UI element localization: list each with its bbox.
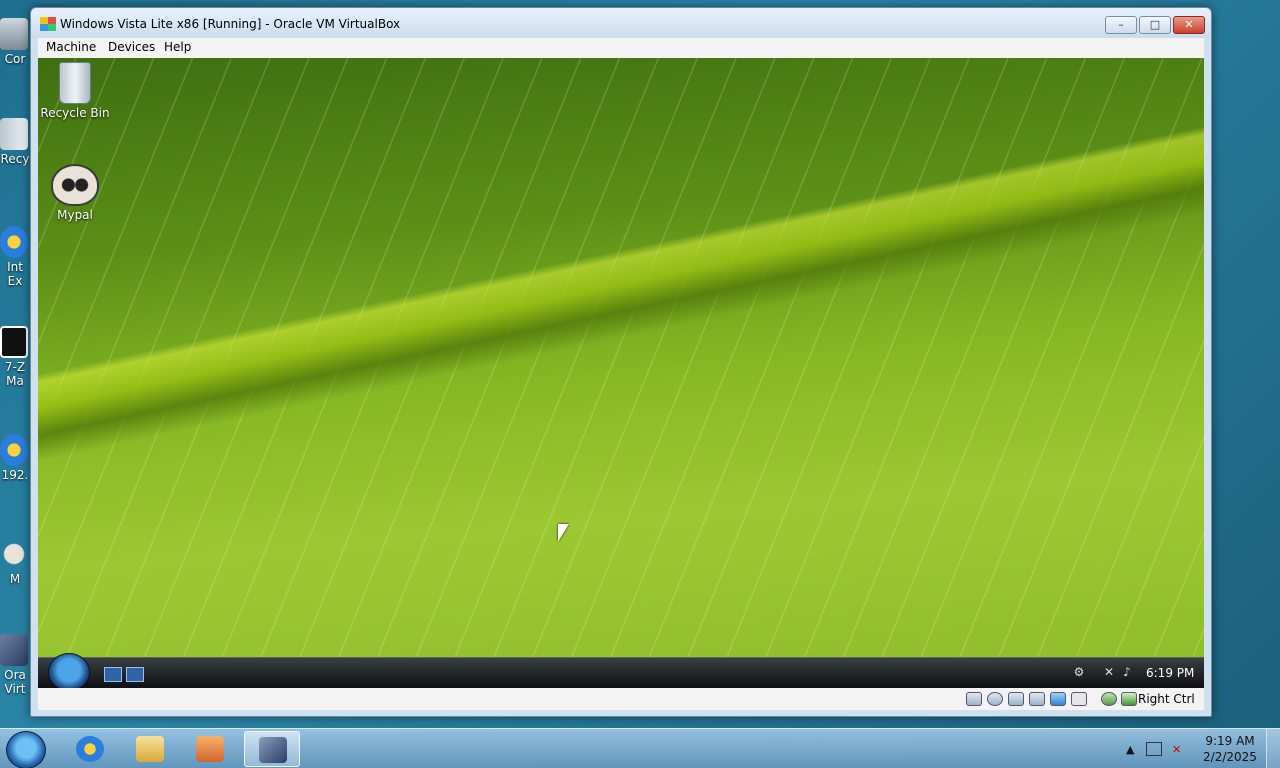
- internet-explorer-icon: [76, 736, 104, 762]
- network-tray-icon[interactable]: ⚙: [1072, 665, 1086, 679]
- internet-explorer-icon: [0, 226, 28, 258]
- show-desktop-icon[interactable]: [104, 667, 122, 682]
- guest-clock[interactable]: 6:19 PM: [1146, 666, 1194, 680]
- menu-devices[interactable]: Devices: [108, 40, 155, 54]
- guest-desktop-icon-mypal[interactable]: Mypal: [38, 160, 115, 222]
- hard-disk-icon[interactable]: [966, 692, 982, 706]
- network-disconnected-icon[interactable]: ✕: [1102, 665, 1116, 679]
- menu-bar: Machine Devices Help: [38, 38, 1204, 58]
- maximize-button[interactable]: □: [1139, 16, 1171, 34]
- minimize-icon: –: [1118, 18, 1124, 31]
- computer-icon: [0, 18, 28, 50]
- guest-icon-label: Recycle Bin: [40, 106, 110, 120]
- optical-drive-icon[interactable]: [987, 692, 1003, 706]
- switch-windows-icon[interactable]: [126, 667, 144, 682]
- guest-icon-label: Mypal: [57, 208, 93, 222]
- virtualbox-window: Windows Vista Lite x86 [Running] - Oracl…: [30, 7, 1212, 717]
- media-player-icon: [196, 736, 224, 762]
- host-icon-label: 192.: [1, 468, 29, 482]
- host-taskbar: ▲ ✕ 9:19 AM 2/2/2025: [0, 728, 1280, 768]
- recycle-bin-icon: [59, 62, 91, 104]
- network-icon[interactable]: [1146, 742, 1162, 756]
- display-icon[interactable]: [1071, 692, 1087, 706]
- host-icon-label: Recy: [0, 152, 30, 166]
- guest-taskbar: ⚙ ✕ ♪ 6:19 PM: [38, 653, 1204, 688]
- host-desktop-icon-ie-link[interactable]: 192.: [0, 434, 30, 482]
- menu-machine[interactable]: Machine: [46, 40, 96, 54]
- taskbar-pin-internet-explorer[interactable]: [62, 731, 118, 767]
- host-icon-label: Int Ex: [7, 260, 23, 288]
- audio-icon[interactable]: [1008, 692, 1024, 706]
- virtualbox-icon: [259, 737, 287, 763]
- taskbar-pin-file-explorer[interactable]: [122, 731, 178, 767]
- close-icon: ✕: [1184, 18, 1194, 31]
- mouse-integration-icon[interactable]: [1121, 692, 1137, 706]
- host-desktop-icon-virtualbox[interactable]: Ora Virt: [0, 634, 30, 696]
- start-button[interactable]: [6, 731, 46, 768]
- host-desktop-icon-7zip[interactable]: 7-Z Ma: [0, 326, 30, 388]
- host-icon-label: M: [9, 572, 21, 586]
- volume-muted-icon[interactable]: ✕: [1172, 743, 1181, 756]
- minimize-button[interactable]: –: [1105, 16, 1137, 34]
- 7zip-icon: [0, 326, 28, 358]
- host-clock-date: 2/2/2025: [1203, 750, 1257, 764]
- host-desktop-icon-mypal[interactable]: M: [0, 538, 30, 586]
- internet-explorer-icon: [0, 434, 28, 466]
- host-icon-label: Cor: [4, 52, 26, 66]
- volume-icon[interactable]: ♪: [1120, 665, 1134, 679]
- vbox-status-bar: Right Ctrl: [38, 688, 1204, 710]
- virtualbox-icon: [40, 17, 56, 31]
- cpu-activity-icon[interactable]: [1101, 692, 1117, 706]
- window-title: Windows Vista Lite x86 [Running] - Oracl…: [60, 17, 401, 31]
- close-button[interactable]: ✕: [1173, 16, 1205, 34]
- host-desktop-icon-internet-explorer[interactable]: Int Ex: [0, 226, 30, 288]
- host-icon-label: 7-Z Ma: [4, 360, 26, 388]
- menu-help[interactable]: Help: [164, 40, 191, 54]
- taskbar-pin-media-player[interactable]: [182, 731, 238, 767]
- guest-desktop-icon-recycle-bin[interactable]: Recycle Bin: [38, 58, 115, 120]
- host-key-label: Right Ctrl: [1138, 692, 1195, 706]
- title-bar[interactable]: Windows Vista Lite x86 [Running] - Oracl…: [31, 8, 1211, 38]
- mypal-icon: [51, 164, 99, 206]
- host-clock[interactable]: 9:19 AM 2/2/2025: [1200, 733, 1260, 765]
- file-explorer-icon: [136, 736, 164, 762]
- taskbar-pin-virtualbox[interactable]: [244, 731, 300, 767]
- shared-folders-icon[interactable]: [1050, 692, 1066, 706]
- tray-overflow-icon[interactable]: ▲: [1126, 743, 1134, 756]
- guest-screen[interactable]: Recycle Bin Mypal ⚙ ✕ ♪ 6:19 PM: [38, 58, 1204, 688]
- virtualbox-icon: [0, 634, 28, 666]
- host-clock-time: 9:19 AM: [1205, 734, 1255, 748]
- host-desktop-icon-computer[interactable]: Cor: [0, 18, 30, 66]
- guest-start-button[interactable]: [48, 653, 90, 688]
- mouse-cursor: [558, 524, 569, 542]
- maximize-icon: □: [1149, 18, 1161, 31]
- host-desktop-icon-recycle-bin[interactable]: Recy: [0, 118, 30, 166]
- network-icon[interactable]: [1029, 692, 1045, 706]
- recycle-bin-icon: [0, 118, 28, 150]
- mypal-icon: [0, 538, 28, 570]
- show-desktop-button[interactable]: [1266, 729, 1280, 768]
- host-icon-label: Ora Virt: [4, 668, 26, 696]
